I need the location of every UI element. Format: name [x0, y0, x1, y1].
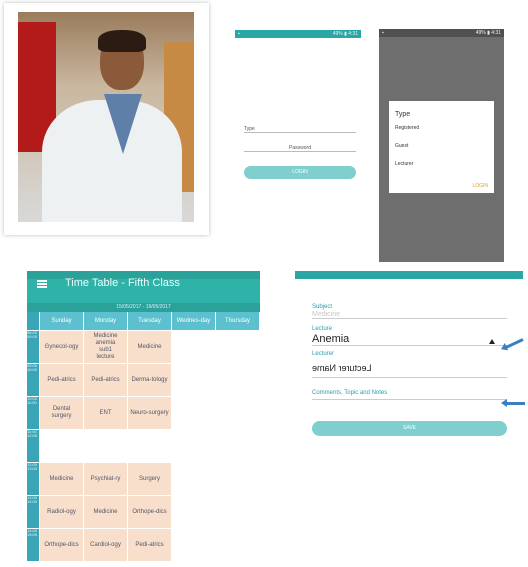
- timetable-title: Time Table - Fifth Class: [65, 277, 180, 289]
- timetable-cell[interactable]: Derma-tology: [128, 364, 171, 396]
- subject-label: Subject: [312, 304, 333, 310]
- corner-cell: [27, 312, 39, 330]
- time-slot: 11:00 12:00: [27, 430, 39, 462]
- timetable-cell[interactable]: Medicine: [40, 463, 83, 495]
- timetable-cell[interactable]: Medicine: [84, 496, 127, 528]
- comments-field[interactable]: [312, 398, 507, 400]
- time-slot: 13:00 14:00: [27, 496, 39, 528]
- timetable-cell[interactable]: Dental surgery: [40, 397, 83, 429]
- dialog-action[interactable]: LOGIN: [472, 183, 488, 189]
- time-slot: 08:00 09:00: [27, 331, 39, 363]
- annotation-arrow-icon: [501, 399, 525, 407]
- timetable-screen: Time Table - Fifth Class 15/05/2017 - 19…: [27, 271, 260, 567]
- timetable-cell[interactable]: Medicine: [128, 331, 171, 363]
- day-header: Tuesday: [128, 312, 171, 330]
- dialog-title: Type: [395, 111, 411, 118]
- status-bar: [295, 271, 523, 279]
- status-bar: ▪ 49% ▮ 4:31: [235, 30, 361, 38]
- date-range: 15/05/2017 - 19/05/2017: [27, 303, 260, 312]
- timetable-cell[interactable]: Radiol-ogy: [40, 496, 83, 528]
- dropdown-arrow-icon[interactable]: [489, 339, 495, 344]
- time-slot: 12:00 13:00: [27, 463, 39, 495]
- save-button[interactable]: SAVE: [312, 421, 507, 436]
- timetable-cell[interactable]: Neuro-surgery: [128, 397, 171, 429]
- profile-photo: [18, 12, 194, 222]
- day-header: Wednes-day: [172, 312, 215, 330]
- type-dialog-screen: ▪ 49% ▮ 4:31 Type Registered Guest Lectu…: [379, 29, 504, 262]
- timetable-cell[interactable]: Surgery: [128, 463, 171, 495]
- type-field[interactable]: Type: [244, 126, 356, 133]
- lecturer-field[interactable]: Lecturer Name: [312, 363, 507, 378]
- timetable-grid: Sunday Monday Tuesday Wednes-day Thursday 08:…: [27, 312, 260, 567]
- option-registered[interactable]: Registered: [395, 125, 419, 131]
- status-bar: ▪ 49% ▮ 4:31: [379, 29, 504, 37]
- option-lecturer[interactable]: Lecturer: [395, 161, 413, 167]
- menu-icon[interactable]: [37, 280, 47, 288]
- timetable-cell[interactable]: ENT: [84, 397, 127, 429]
- lecturer-label: Lecturer: [312, 351, 335, 357]
- lecture-select[interactable]: Anemia: [312, 333, 507, 346]
- time-slot: 14:00 15:00: [27, 529, 39, 561]
- timetable-header: Time Table - Fifth Class: [27, 271, 260, 303]
- timetable-cell[interactable]: Orthope-dics: [40, 529, 83, 561]
- day-header: Monday: [84, 312, 127, 330]
- timetable-cell[interactable]: Pedi-atrics: [84, 364, 127, 396]
- timetable-cell[interactable]: Medicine anemia sub1 lecture: [84, 331, 127, 363]
- lecture-form-screen: Subject Medicine Lecture Anemia Lecturer…: [295, 271, 523, 567]
- timetable-cell[interactable]: Pedi-atrics: [128, 529, 171, 561]
- timetable-cell[interactable]: Cardiol-ogy: [84, 529, 127, 561]
- day-header: Sunday: [40, 312, 83, 330]
- day-header: Thursday: [216, 312, 259, 330]
- time-slot: 10:00 11:00: [27, 397, 39, 429]
- lecture-label: Lecture: [312, 326, 333, 332]
- option-guest[interactable]: Guest: [395, 143, 408, 149]
- password-field[interactable]: Password: [244, 145, 356, 152]
- timetable-cell[interactable]: Gynecol-ogy: [40, 331, 83, 363]
- timetable-cell[interactable]: Pedi-atrics: [40, 364, 83, 396]
- comments-label: Comments, Topic and Notes: [312, 390, 388, 396]
- subject-field[interactable]: Medicine: [312, 311, 507, 319]
- timetable-cell[interactable]: Psychiat-ry: [84, 463, 127, 495]
- type-dialog: Type Registered Guest Lecturer LOGIN: [389, 101, 494, 193]
- login-screen: ▪ 49% ▮ 4:31 Type Password LOGIN: [235, 30, 361, 260]
- login-button[interactable]: LOGIN: [244, 166, 356, 179]
- timetable-cell[interactable]: Orthope-dics: [128, 496, 171, 528]
- time-slot: 09:00 10:00: [27, 364, 39, 396]
